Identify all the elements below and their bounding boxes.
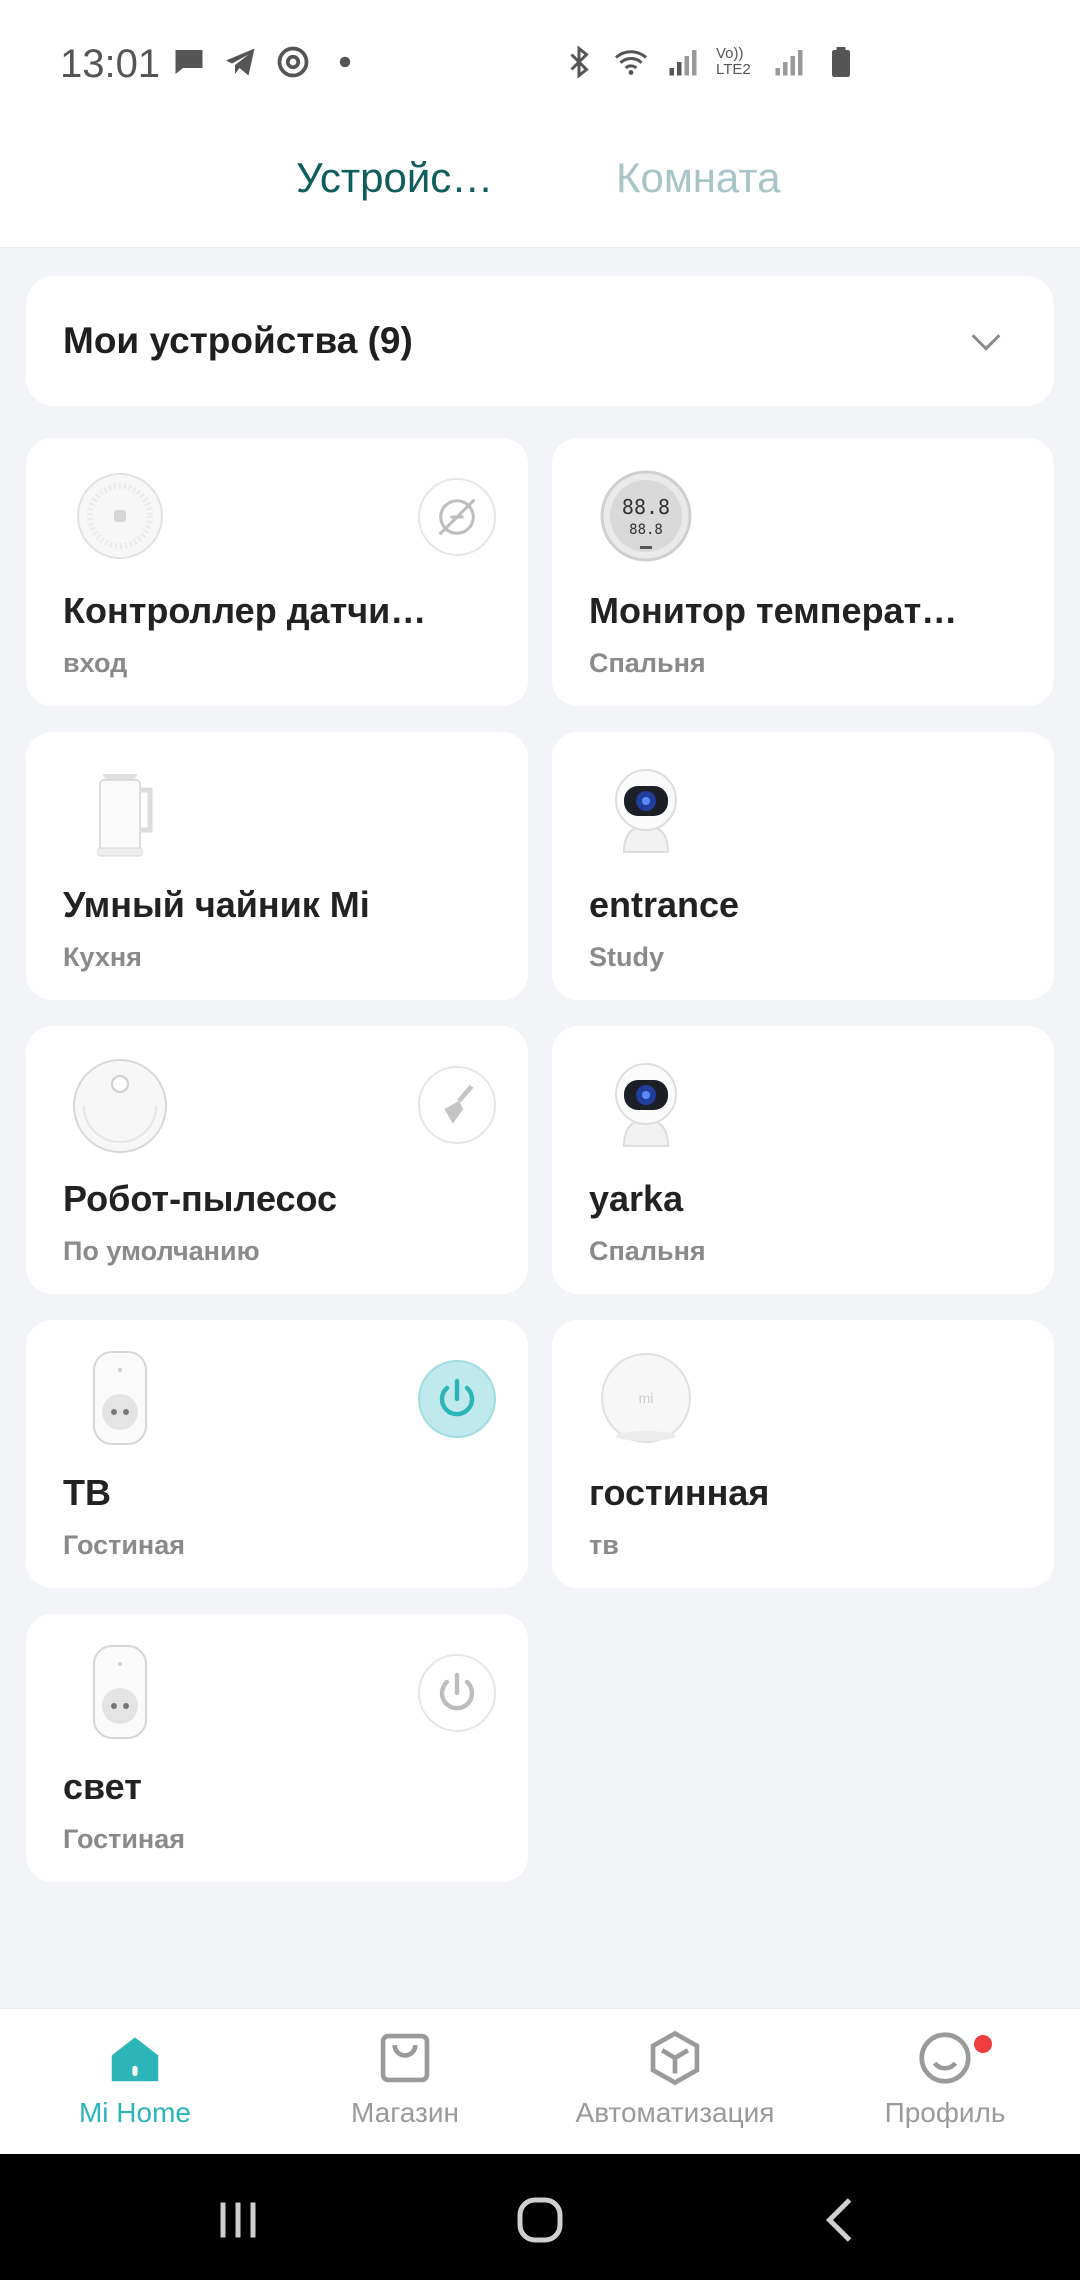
power-toggle-button[interactable] (418, 1360, 496, 1438)
camera-image (615, 1063, 677, 1147)
kettle-image (97, 774, 153, 857)
nav-label: Автоматизация (575, 2097, 775, 2128)
signal-icon (775, 50, 803, 76)
shop-bag-icon (380, 2033, 430, 2083)
recent-apps-icon[interactable] (208, 2190, 268, 2250)
tab-rooms[interactable]: Комната (616, 154, 780, 202)
device-name: свет (63, 1766, 142, 1807)
telegram-icon (226, 48, 255, 76)
header-tabs: Устройс… Комната (0, 128, 1080, 248)
offline-icon (438, 498, 476, 536)
home-circle-icon[interactable] (510, 2190, 570, 2250)
device-name: yarka (589, 1178, 684, 1219)
device-card[interactable]: Умный чайник Mi Кухня (26, 732, 528, 1000)
status-bar: 13:01 Vo)) LTE2 (0, 0, 1080, 128)
device-name: ТВ (63, 1472, 111, 1513)
device-room: Спальня (589, 1236, 706, 1266)
offline-button[interactable] (418, 478, 496, 556)
message-icon (175, 50, 203, 74)
signal-icon (669, 50, 697, 76)
device-name: Монитор температ… (589, 590, 958, 631)
nav-shop[interactable]: Магазин (270, 2027, 540, 2129)
svg-text:88.8: 88.8 (622, 495, 670, 519)
nav-automation[interactable]: Автоматизация (540, 2027, 810, 2129)
device-room: Гостиная (63, 1824, 186, 1854)
nav-profile[interactable]: Профиль (810, 2027, 1080, 2129)
device-card[interactable]: свет Гостиная (26, 1614, 528, 1882)
nav-label: Профиль (884, 2097, 1006, 2128)
device-card[interactable]: Робот-пылесос По умолчанию (26, 1026, 528, 1294)
clean-button[interactable] (418, 1066, 496, 1144)
gateway-hub-image (77, 473, 163, 559)
nav-label: Mi Home (78, 2097, 191, 2128)
volte-lte2-icon: Vo)) LTE2 (716, 45, 751, 78)
camera-image (615, 769, 677, 853)
nav-mi-home[interactable]: Mi Home (0, 2027, 270, 2129)
device-room: Кухня (63, 942, 142, 972)
device-name: entrance (589, 884, 740, 925)
device-room: вход (63, 648, 128, 678)
temperature-monitor-image: 88.8 88.8 (600, 470, 692, 562)
device-card[interactable]: 88.8 88.8 Монитор температ… Спальня (552, 438, 1054, 706)
status-time: 13:01 (60, 42, 161, 86)
broom-icon (444, 1084, 474, 1124)
device-room: Спальня (589, 648, 706, 678)
tab-devices[interactable]: Устройс… (296, 154, 493, 202)
home-icon (111, 2037, 159, 2082)
mi-button-image: mi (601, 1353, 691, 1443)
device-name: Контроллер датчи… (63, 590, 427, 631)
smart-plug-image (93, 1645, 147, 1739)
system-status-icons: Vo)) LTE2 (560, 44, 860, 80)
chevron-down-icon[interactable] (966, 322, 1006, 362)
bottom-navigation: Mi Home Магазин Автоматизация Профиль (0, 2008, 1080, 2154)
nav-label: Магазин (350, 2097, 459, 2128)
power-toggle-button[interactable] (418, 1654, 496, 1732)
device-name: Робот-пылесос (63, 1178, 338, 1219)
wifi-icon (615, 50, 647, 75)
automation-cube-icon (650, 2030, 700, 2086)
power-icon (439, 1672, 475, 1711)
device-name: гостинная (589, 1472, 770, 1513)
notification-badge (974, 2035, 992, 2053)
device-name: Умный чайник Mi (63, 884, 370, 925)
device-room: Гостиная (63, 1530, 186, 1560)
svg-text:88.8: 88.8 (629, 522, 663, 538)
device-card[interactable]: mi гостинная тв (552, 1320, 1054, 1588)
profile-smile-icon (919, 2032, 971, 2084)
device-room: По умолчанию (63, 1236, 260, 1266)
notification-icons (170, 44, 364, 80)
smart-plug-image (93, 1351, 147, 1445)
back-icon[interactable] (812, 2190, 872, 2250)
my-devices-title: Мои устройства (9) (63, 320, 413, 361)
device-card[interactable]: ТВ Гостиная (26, 1320, 528, 1588)
dot-icon (339, 56, 351, 68)
power-icon (439, 1378, 475, 1417)
device-room: Study (589, 942, 665, 972)
device-card[interactable]: Контроллер датчи… вход (26, 438, 528, 706)
robot-vacuum-image (73, 1059, 167, 1153)
svg-text:mi: mi (639, 1390, 654, 1406)
device-card[interactable]: entrance Study (552, 732, 1054, 1000)
system-navigation-bar (0, 2154, 1080, 2280)
device-room: тв (589, 1530, 619, 1560)
at-icon (277, 46, 309, 78)
battery-icon (832, 47, 850, 77)
device-card[interactable]: yarka Спальня (552, 1026, 1054, 1294)
bluetooth-icon (570, 45, 589, 79)
my-devices-dropdown[interactable]: Мои устройства (9) (26, 276, 1054, 406)
